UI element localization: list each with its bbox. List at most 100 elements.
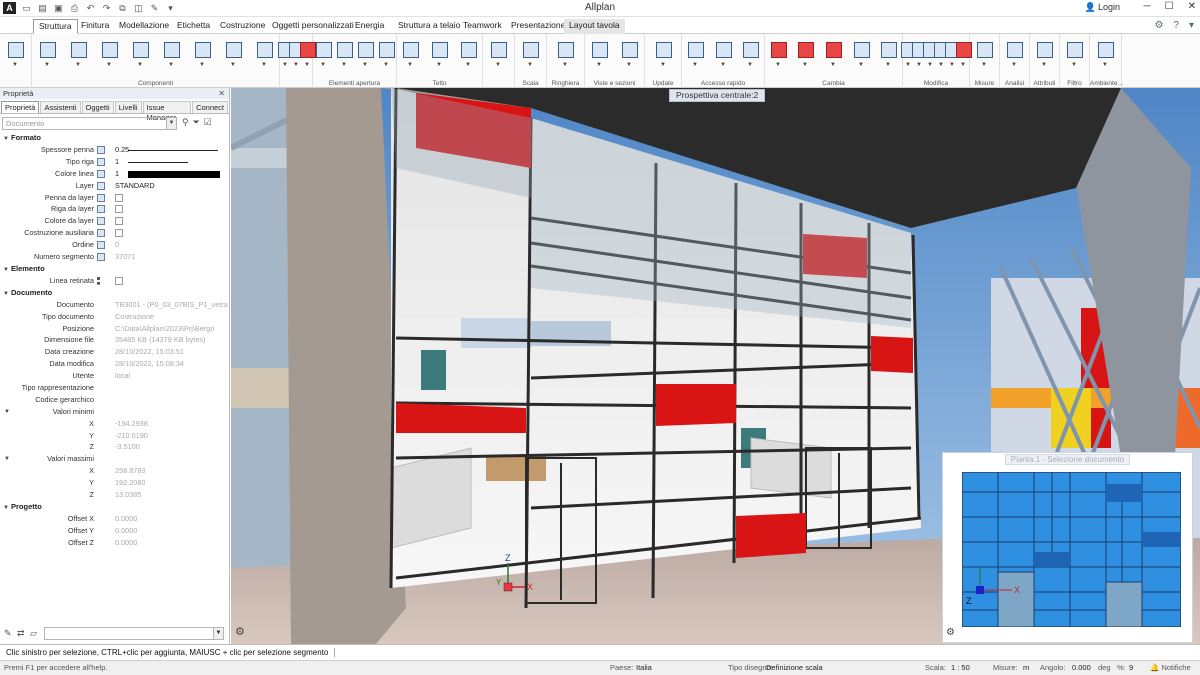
door-button[interactable]: ▼ <box>335 40 355 70</box>
chevron-down-icon[interactable]: ▼ <box>362 62 368 68</box>
panel-tab-assistenti[interactable]: Assistenti <box>40 101 81 113</box>
property-checkbox[interactable] <box>115 193 123 202</box>
chevron-down-icon[interactable]: ▼ <box>383 62 389 68</box>
roof-button[interactable]: ▼ <box>401 40 421 70</box>
minimap-settings-icon[interactable]: ⚙ <box>946 627 955 638</box>
section-elemento[interactable]: ▼ Elemento <box>0 263 229 275</box>
tab-layout-tavola[interactable]: Layout tavola <box>564 19 625 34</box>
modify-button[interactable]: ▼ <box>796 40 816 70</box>
zoom-icon[interactable]: ⚲ <box>182 117 189 128</box>
stair-button[interactable]: ▼ <box>193 40 213 70</box>
section-progetto[interactable]: ▼ Progetto <box>0 501 229 513</box>
niche-button[interactable]: ▼ <box>377 40 397 70</box>
tab-teamwork[interactable]: Teamwork <box>458 19 507 34</box>
property-value[interactable]: 1 <box>115 168 119 180</box>
chevron-down-icon[interactable]: ▼ <box>885 62 891 68</box>
paese-value[interactable]: Italia <box>636 661 652 675</box>
window-button[interactable]: ▼ <box>314 40 334 70</box>
panel-tab-livelli[interactable]: Livelli <box>114 101 142 113</box>
railing-button[interactable]: ▼ <box>556 40 576 70</box>
notifications-button[interactable]: 🔔 Notifiche <box>1150 661 1191 675</box>
chevron-down-icon[interactable]: ▼ <box>596 62 602 68</box>
house-view-button[interactable]: ▼ <box>590 40 610 70</box>
chevron-down-icon[interactable]: ▼ <box>465 62 471 68</box>
chevron-down-icon[interactable]: ▼ <box>341 62 347 68</box>
chevron-down-icon[interactable]: ▼ <box>75 62 81 68</box>
panel-tab-issue-manager[interactable]: Issue Manager <box>142 101 192 122</box>
document-combo[interactable]: Documento ▼ <box>2 117 177 130</box>
help-icon[interactable]: ? <box>1173 20 1179 31</box>
gear-icon[interactable]: ⚙ <box>1154 20 1163 31</box>
property-value[interactable]: 1 <box>115 156 119 168</box>
property-checkbox[interactable] <box>115 229 123 238</box>
chevron-down-icon[interactable]: ▼ <box>775 62 781 68</box>
panel-tab-oggetti[interactable]: Oggetti <box>81 101 114 113</box>
chevron-down-icon[interactable]: ▼ <box>747 62 753 68</box>
property-checkbox[interactable] <box>115 276 123 285</box>
slab-button[interactable]: ▼ <box>69 40 89 70</box>
stair2-button[interactable]: ▼ <box>521 40 541 70</box>
layers-button[interactable]: ▼ <box>6 40 26 70</box>
tab-finitura[interactable]: Finitura <box>76 19 114 34</box>
beam-frame-button[interactable]: ▼ <box>224 40 244 70</box>
tipo-value[interactable]: Definizione scala <box>766 661 823 675</box>
property-checkbox[interactable] <box>115 217 123 226</box>
tab-costruzione[interactable]: Costruzione <box>215 19 270 34</box>
roof2-button[interactable]: ▼ <box>430 40 450 70</box>
dimension-button[interactable]: ▼ <box>741 40 761 70</box>
favorites-combo[interactable]: ▼ <box>44 627 224 640</box>
convert-button[interactable]: ▼ <box>852 40 872 70</box>
chevron-down-icon[interactable]: ▼ <box>106 62 112 68</box>
collapse-icon[interactable]: ▼ <box>4 453 10 465</box>
wall-button[interactable]: ▼ <box>38 40 58 70</box>
login-button[interactable]: 👤 Login <box>1085 2 1120 13</box>
chevron-down-icon[interactable]: ▼ <box>137 62 143 68</box>
section-formato[interactable]: ▼ Formato <box>0 132 229 144</box>
roof-edit-button[interactable]: ▼ <box>489 40 509 70</box>
column-button[interactable]: ▼ <box>131 40 151 70</box>
beam-button[interactable]: ▼ <box>100 40 120 70</box>
update-button[interactable]: ▼ <box>654 40 674 70</box>
chevron-down-icon[interactable]: ▼ <box>495 62 501 68</box>
tab-struttura[interactable]: Struttura <box>33 19 78 34</box>
filter-button[interactable]: ▼ <box>1065 40 1085 70</box>
column-frame-button[interactable]: ▼ <box>255 40 275 70</box>
scala-value[interactable]: 1 : 50 <box>951 661 970 675</box>
close-panel-icon[interactable]: ✕ <box>218 88 225 99</box>
stretch-button[interactable]: ▼ <box>824 40 844 70</box>
folder-icon[interactable]: ▱ <box>30 628 37 639</box>
chevron-down-icon[interactable]: ▼ <box>304 62 310 68</box>
minimize-button[interactable]: ─ <box>1144 1 1151 12</box>
maximize-button[interactable]: ☐ <box>1165 1 1174 12</box>
chevron-down-icon[interactable]: ▼ <box>44 62 50 68</box>
pct-value[interactable]: 9 <box>1129 661 1133 675</box>
collapse-icon[interactable]: ▼ <box>4 406 10 418</box>
foundation-button[interactable]: ▼ <box>162 40 182 70</box>
abc-button[interactable]: ▼ <box>1005 40 1025 70</box>
transfer-icon[interactable]: ⇄ <box>17 628 25 639</box>
panel-tab-propriet-[interactable]: Proprietà <box>1 101 40 113</box>
chevron-down-icon[interactable]: ▼ <box>960 62 966 68</box>
chevron-down-icon[interactable]: ▾ <box>1189 20 1194 31</box>
chevron-down-icon[interactable]: ▼ <box>407 62 413 68</box>
close-button[interactable]: ✕ <box>1188 1 1196 12</box>
chevron-down-icon[interactable]: ▼ <box>562 62 568 68</box>
angolo-value[interactable]: 0.000 <box>1072 661 1091 675</box>
tab-modellazione[interactable]: Modellazione <box>114 19 174 34</box>
chevron-down-icon[interactable]: ▼ <box>199 62 205 68</box>
chevron-down-icon[interactable]: ▼ <box>981 62 987 68</box>
tab-presentazione[interactable]: Presentazione <box>506 19 570 34</box>
pipette-icon[interactable]: ✎ <box>4 628 12 639</box>
chevron-down-icon[interactable]: ▼ <box>166 118 176 129</box>
misure-value[interactable]: m <box>1023 661 1029 675</box>
tab-oggetti-personalizzati[interactable]: Oggetti personalizzati <box>267 19 359 34</box>
chevron-down-icon[interactable]: ▼ <box>830 62 836 68</box>
chevron-down-icon[interactable]: ▼ <box>858 62 864 68</box>
chevron-down-icon[interactable]: ▼ <box>1011 62 1017 68</box>
text-button[interactable]: ▼ <box>714 40 734 70</box>
section-documento[interactable]: ▼ Documento <box>0 287 229 299</box>
chevron-down-icon[interactable]: ▼ <box>230 62 236 68</box>
view-settings-icon[interactable]: ⚙ <box>235 625 245 638</box>
chevron-down-icon[interactable]: ▼ <box>1041 62 1047 68</box>
section-button[interactable]: ▼ <box>620 40 640 70</box>
